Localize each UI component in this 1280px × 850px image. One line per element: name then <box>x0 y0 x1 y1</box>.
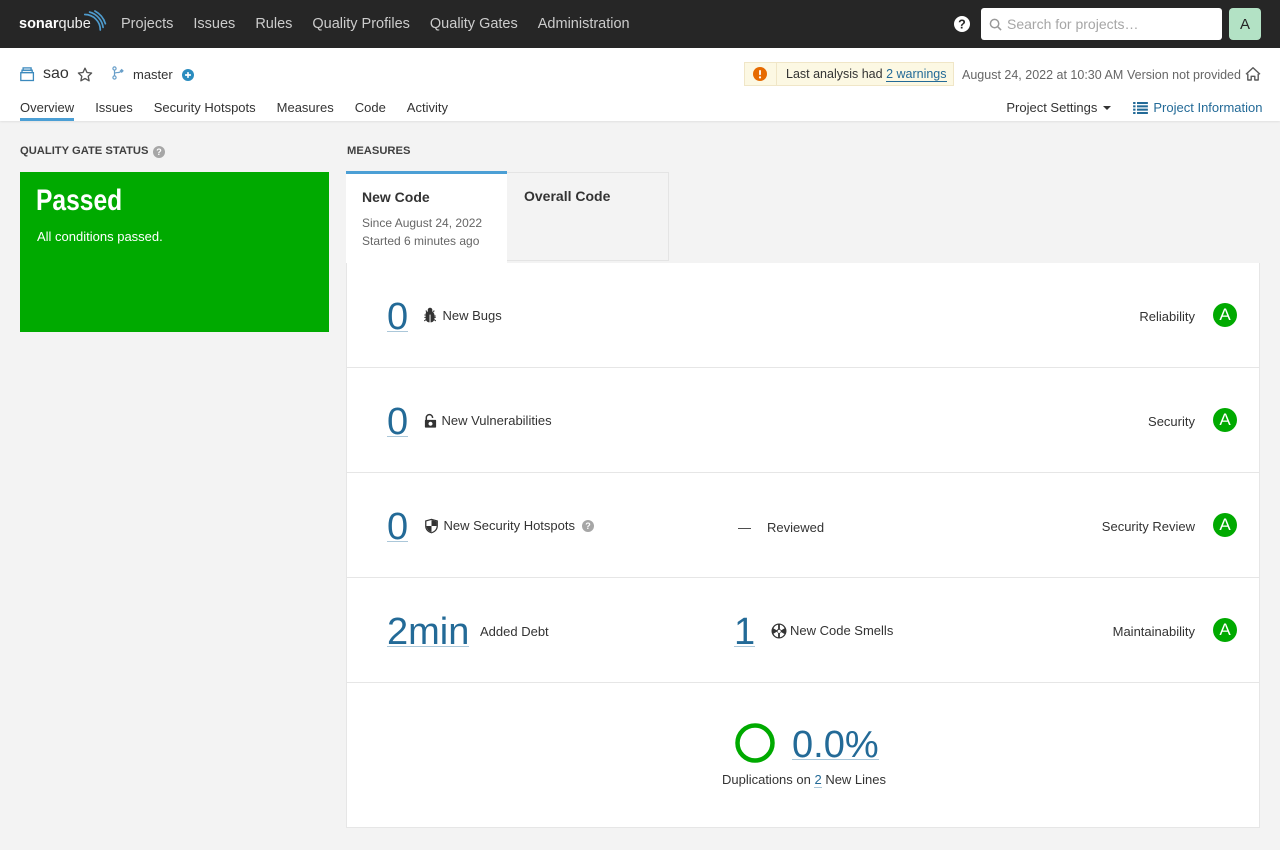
svg-text:?: ? <box>585 521 591 531</box>
svg-text:?: ? <box>958 18 966 32</box>
svg-text:?: ? <box>156 147 162 157</box>
